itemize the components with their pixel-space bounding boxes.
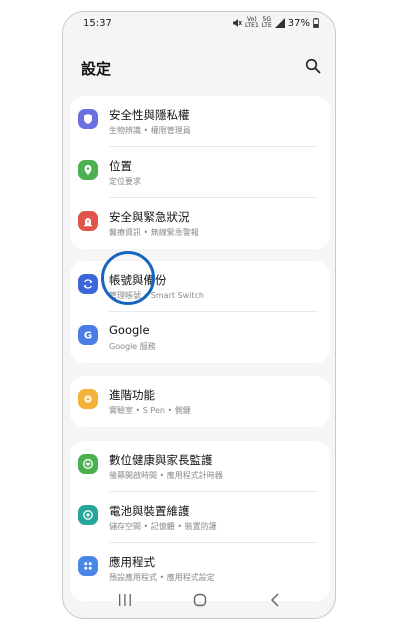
gear-plus-icon xyxy=(78,389,98,409)
status-bar: 15:37 Vo) LTE1 5G LTE 37% xyxy=(63,12,335,38)
home-icon[interactable] xyxy=(193,593,207,607)
settings-item-google[interactable]: G Google Google 服務 xyxy=(70,312,330,363)
navigation-bar xyxy=(63,582,335,618)
settings-item-advanced-features[interactable]: 進階功能 實驗室 • S Pen • 側鍵 xyxy=(70,376,330,427)
digital-wellbeing-icon xyxy=(78,454,98,474)
phone-frame: 15:37 Vo) LTE1 5G LTE 37% 設定 安全性與隱私權 生物辨… xyxy=(62,11,336,619)
settings-header: 設定 xyxy=(63,52,335,82)
settings-item-security-privacy[interactable]: 安全性與隱私權 生物辨識 • 權限管理員 xyxy=(70,96,330,147)
recents-icon[interactable] xyxy=(118,594,132,606)
settings-group-advanced: 進階功能 實驗室 • S Pen • 側鍵 xyxy=(70,376,330,427)
apps-grid-icon xyxy=(78,556,98,576)
network-indicator: 5G LTE xyxy=(261,16,272,29)
back-icon[interactable] xyxy=(270,593,280,607)
settings-item-digital-wellbeing[interactable]: 數位健康與家長監護 螢幕開啟時間 • 應用程式計時器 xyxy=(70,441,330,492)
status-icons: Vo) LTE1 5G LTE 37% xyxy=(232,17,319,29)
battery-percentage: 37% xyxy=(287,17,310,29)
settings-item-location[interactable]: 位置 定位要求 xyxy=(70,147,330,198)
location-pin-icon xyxy=(78,160,98,180)
settings-item-battery-device-care[interactable]: 電池與裝置維護 儲存空間 • 記憶體 • 裝置防護 xyxy=(70,492,330,543)
sync-icon xyxy=(78,274,98,294)
status-time: 15:37 xyxy=(83,18,112,29)
shield-icon xyxy=(78,109,98,129)
settings-group-accounts: 帳號與備份 管理帳號 • Smart Switch G Google Googl… xyxy=(70,261,330,363)
settings-group-security: 安全性與隱私權 生物辨識 • 權限管理員 位置 定位要求 安全與緊急狀況 醫療資… xyxy=(70,96,330,249)
settings-group-device: 數位健康與家長監護 螢幕開啟時間 • 應用程式計時器 電池與裝置維護 儲存空間 … xyxy=(70,441,330,601)
search-icon[interactable] xyxy=(305,58,321,74)
settings-item-safety-emergency[interactable]: 安全與緊急狀況 醫療資訊 • 無線緊急警報 xyxy=(70,198,330,249)
google-icon: G xyxy=(78,325,98,345)
vowifi-indicator: Vo) LTE1 xyxy=(244,16,259,29)
settings-item-accounts-backup[interactable]: 帳號與備份 管理帳號 • Smart Switch xyxy=(70,261,330,312)
battery-icon xyxy=(313,18,319,28)
svg-text:G: G xyxy=(84,331,92,341)
mute-icon xyxy=(232,19,242,27)
device-care-icon xyxy=(78,505,98,525)
signal-icon xyxy=(274,18,285,28)
emergency-icon xyxy=(78,211,98,231)
page-title: 設定 xyxy=(81,60,112,78)
